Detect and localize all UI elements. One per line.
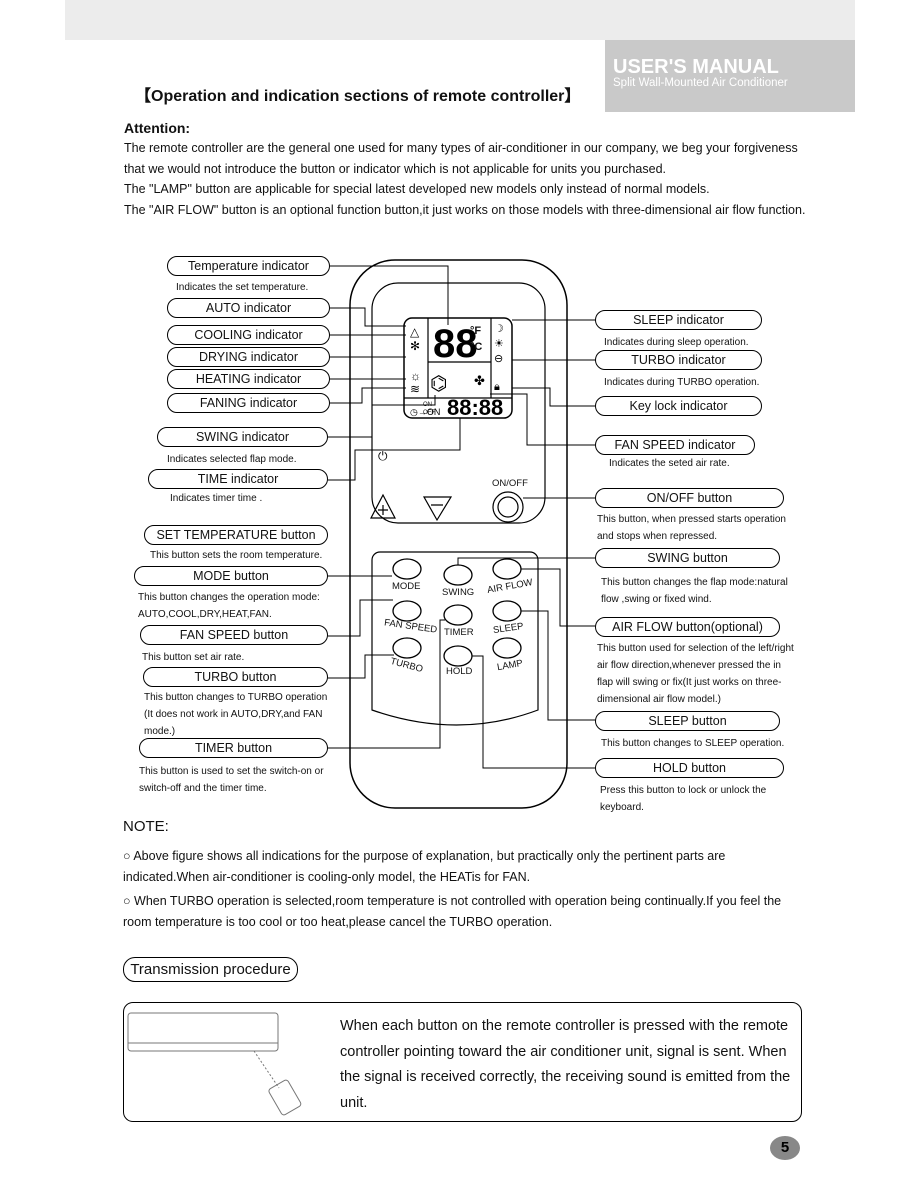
label-auto-indicator: AUTO indicator: [167, 298, 330, 318]
caption: (It does not work in AUTO,DRY,and FAN: [144, 709, 323, 720]
temp-up-button[interactable]: [370, 493, 396, 519]
label-turbo-button: TURBO button: [143, 667, 328, 687]
svg-text:✤: ✤: [474, 373, 485, 388]
label-swing-button: SWING button: [595, 548, 780, 568]
manual-page: USER'S MANUAL Split Wall-Mounted Air Con…: [0, 0, 918, 1188]
svg-text:△: △: [410, 325, 420, 339]
label-time-indicator: TIME indicator: [148, 469, 328, 489]
label-set-temperature-button: SET TEMPERATURE button: [144, 525, 328, 545]
caption: Indicates during sleep operation.: [604, 337, 749, 348]
caption: Press this button to lock or unlock the: [600, 785, 767, 796]
label-air-flow-button: AIR FLOW button(optional): [595, 617, 780, 637]
label-turbo-indicator: TURBO indicator: [595, 350, 762, 370]
label-fan-speed-indicator: FAN SPEED indicator: [595, 435, 755, 455]
label-onoff-button: ON/OFF button: [595, 488, 784, 508]
note-item: ○ When TURBO operation is selected,room …: [123, 891, 803, 933]
label-timer-button: TIMER button: [139, 738, 328, 758]
caption: This button changes to TURBO operation: [144, 692, 328, 703]
label-sleep-indicator: SLEEP indicator: [595, 310, 762, 330]
unit-c: °C: [470, 341, 483, 353]
svg-text:⌬: ⌬: [430, 373, 447, 395]
caption: and stops when repressed.: [597, 531, 718, 542]
caption: Indicates selected flap mode.: [167, 454, 297, 465]
caption: AUTO,COOL,DRY,HEAT,FAN.: [138, 609, 272, 620]
note-heading: NOTE:: [123, 818, 169, 835]
bullet-circle-icon: ○: [123, 849, 134, 863]
label-heating-indicator: HEATING indicator: [167, 369, 330, 389]
bullet-circle-icon: ○: [123, 894, 135, 908]
caption: dimensional air flow model.): [597, 694, 721, 705]
onoff-label: ON/OFF: [492, 478, 528, 489]
note-text: When TURBO operation is selected,room te…: [123, 894, 782, 929]
label-mode-button: MODE button: [134, 566, 328, 586]
mode-button[interactable]: MODE: [392, 581, 421, 592]
caption: This button changes the operation mode:: [138, 592, 320, 603]
caption: This button sets the room temperature.: [150, 550, 323, 561]
caption: air flow direction,whenever pressed the …: [597, 660, 781, 671]
caption: This button is used to set the switch-on…: [139, 766, 324, 777]
svg-text:☽: ☽: [494, 323, 504, 335]
note-item: ○ Above figure shows all indications for…: [123, 846, 803, 888]
timer-on: ON: [423, 402, 432, 408]
caption: flap will swing or fix(It just works on …: [597, 677, 782, 688]
caption: Indicates the seted air rate.: [609, 458, 730, 469]
label-fan-speed-button: FAN SPEED button: [140, 625, 328, 645]
onoff-button[interactable]: [496, 494, 520, 518]
svg-text:☼: ☼: [410, 369, 421, 383]
page-number: 5: [770, 1136, 800, 1160]
temp-down-button[interactable]: [423, 495, 451, 521]
label-temperature-indicator: Temperature indicator: [167, 256, 330, 276]
svg-text:🔒︎: 🔒︎: [494, 381, 500, 393]
caption: Indicates during TURBO operation.: [604, 377, 760, 388]
transmission-text: When each button on the remote controlle…: [340, 1018, 791, 1111]
caption: Indicates the set temperature.: [176, 282, 309, 293]
air-conditioner-illustration: [127, 1012, 302, 1116]
label-cooling-indicator: COOLING indicator: [167, 325, 330, 345]
lcd-time: 88:88: [447, 395, 503, 420]
label-faning-indicator: FANING indicator: [167, 393, 330, 413]
caption: This button set air rate.: [142, 652, 245, 663]
swing-button[interactable]: SWING: [442, 587, 474, 598]
caption: switch-off and the timer time.: [139, 783, 267, 794]
caption: Indicates timer time .: [170, 493, 263, 504]
label-hold-button: HOLD button: [595, 758, 784, 778]
transmission-heading: Transmission procedure: [123, 957, 298, 982]
caption: keyboard.: [600, 802, 644, 813]
unit-f: °F: [470, 325, 482, 337]
caption: This button changes to SLEEP operation.: [601, 738, 785, 749]
label-swing-indicator: SWING indicator: [157, 427, 328, 447]
svg-text:✻: ✻: [410, 339, 420, 353]
svg-text:⊖: ⊖: [494, 353, 503, 365]
caption: This button, when pressed starts operati…: [597, 514, 786, 525]
timer-off: OFF: [423, 410, 435, 416]
timer-button[interactable]: TIMER: [444, 627, 474, 638]
label-sleep-button: SLEEP button: [595, 711, 780, 731]
label-key-lock-indicator: Key lock indicator: [595, 396, 762, 416]
hold-button[interactable]: HOLD: [446, 666, 472, 677]
caption: This button changes the flap mode:natura…: [601, 577, 788, 588]
note-text: Above figure shows all indications for t…: [123, 849, 726, 884]
caption: This button used for selection of the le…: [597, 643, 794, 654]
svg-text:≋: ≋: [410, 382, 420, 396]
caption: flow ,swing or fixed wind.: [601, 594, 712, 605]
label-drying-indicator: DRYING indicator: [167, 347, 330, 367]
svg-text:☀: ☀: [494, 338, 504, 350]
svg-text:⏻: ⏻: [378, 449, 388, 463]
